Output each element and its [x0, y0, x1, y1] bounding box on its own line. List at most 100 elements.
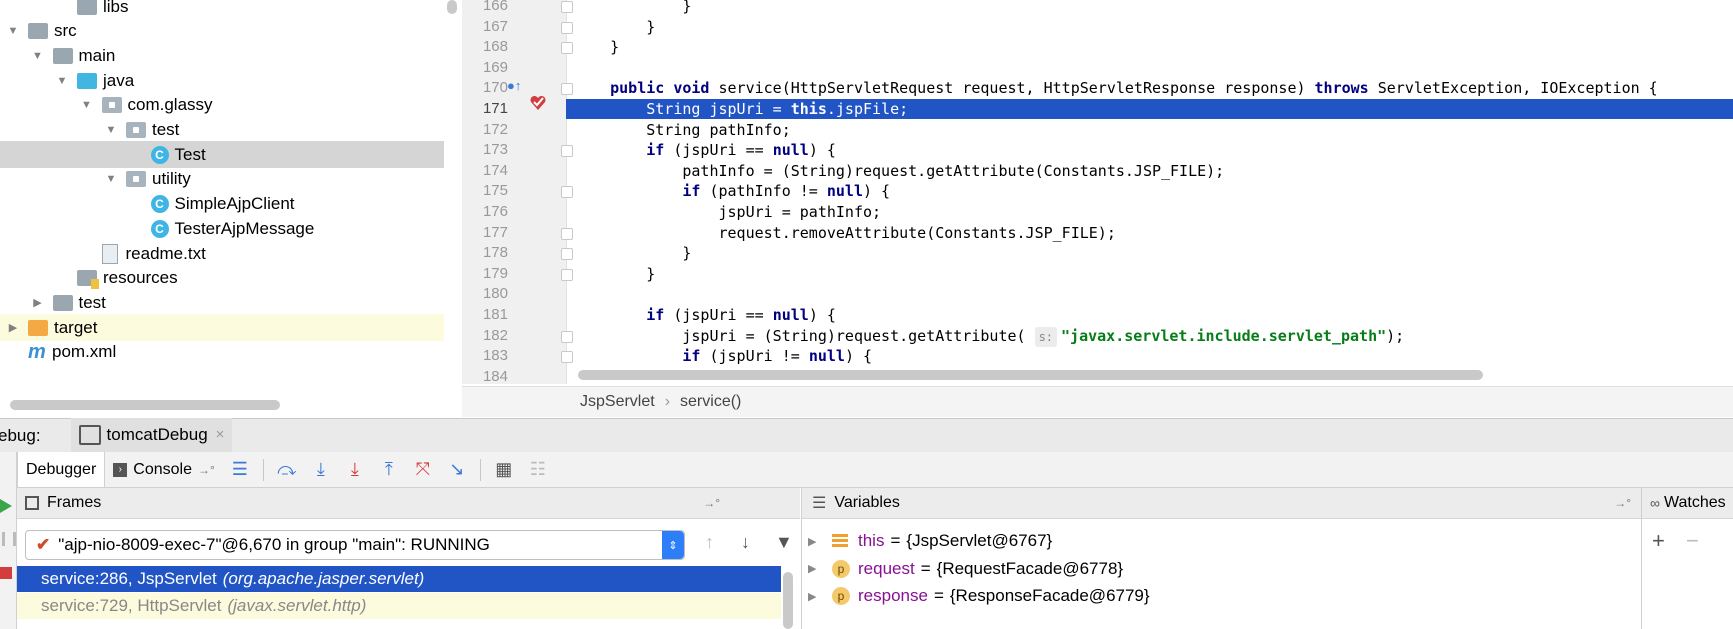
- evaluate-expression-icon[interactable]: ▦: [490, 456, 518, 484]
- line-number[interactable]: 178: [466, 243, 508, 263]
- line-number[interactable]: 176: [466, 202, 508, 222]
- tree-item[interactable]: ▶ test: [0, 289, 444, 316]
- code-line[interactable]: }: [566, 17, 1733, 37]
- trace-stream-icon[interactable]: ☷: [524, 456, 552, 484]
- tree-item[interactable]: C Test: [0, 141, 444, 169]
- line-number[interactable]: 166: [466, 0, 508, 16]
- tree-item[interactable]: ▼ com.glassy: [0, 92, 444, 119]
- line-number[interactable]: 171: [466, 99, 508, 119]
- close-icon[interactable]: ×: [216, 426, 225, 443]
- line-number[interactable]: 169: [466, 58, 508, 78]
- code-line[interactable]: String pathInfo;: [566, 120, 1733, 140]
- variable-row[interactable]: ▶ p request = {RequestFacade@6778}: [802, 556, 1641, 582]
- line-number[interactable]: 174: [466, 161, 508, 181]
- tree-item[interactable]: readme.txt: [0, 240, 444, 267]
- breadcrumb-method[interactable]: service(): [680, 393, 741, 411]
- tree-item[interactable]: resources: [0, 265, 444, 292]
- breakpoint-icon[interactable]: [528, 93, 548, 113]
- step-into-icon[interactable]: ⤓: [307, 456, 335, 484]
- code-line[interactable]: pathInfo = (String)request.getAttribute(…: [566, 161, 1733, 181]
- code-line[interactable]: public void service(HttpServletRequest r…: [566, 78, 1733, 98]
- thread-select[interactable]: ✔ "ajp-nio-8009-exec-7"@6,670 in group "…: [25, 530, 685, 560]
- add-watch-icon[interactable]: +: [1652, 528, 1665, 554]
- line-number[interactable]: 175: [466, 181, 508, 201]
- tree-item[interactable]: ▼ java: [0, 67, 444, 94]
- frame-row[interactable]: service:286, JspServlet (org.apache.jaspe…: [17, 566, 781, 592]
- line-number[interactable]: 168: [466, 37, 508, 57]
- force-step-into-icon[interactable]: ⤓: [341, 456, 369, 484]
- tree-item[interactable]: ▼ src: [0, 18, 444, 45]
- editor-horizontal-scrollbar[interactable]: [578, 370, 1483, 380]
- line-number[interactable]: 181: [466, 305, 508, 325]
- chevron-down-icon[interactable]: ▼: [31, 49, 45, 63]
- tab-console[interactable]: › Console →°: [105, 452, 223, 487]
- tree-item[interactable]: ▼ utility: [0, 166, 444, 193]
- tree-item[interactable]: C SimpleAjpClient: [0, 191, 444, 218]
- step-over-icon[interactable]: ⤼: [273, 456, 301, 484]
- frame-row[interactable]: service:729, HttpServlet (javax.servlet.h…: [17, 593, 781, 619]
- pin-icon[interactable]: →°: [1614, 496, 1631, 510]
- frames-scrollbar[interactable]: [783, 572, 793, 629]
- tree-item[interactable]: m pom.xml: [0, 339, 444, 366]
- line-number[interactable]: 179: [466, 264, 508, 284]
- editor-gutter[interactable]: 166 167 168 169 170 171 172 173 174 175 176 177 178 1…: [462, 0, 573, 384]
- chevron-down-icon[interactable]: ▼: [6, 24, 20, 38]
- filter-icon[interactable]: ▼: [775, 532, 793, 553]
- code-editor[interactable]: 166 167 168 169 170 171 172 173 174 175 176 177 178 1…: [462, 0, 1733, 384]
- code-line[interactable]: if (jspUri == null) {: [566, 140, 1733, 160]
- code-line[interactable]: request.removeAttribute(Constants.JSP_FI…: [566, 223, 1733, 243]
- line-number[interactable]: 170: [466, 78, 508, 98]
- chevron-down-icon[interactable]: ▼: [55, 74, 69, 88]
- pin-icon[interactable]: →°: [198, 463, 215, 477]
- next-frame-icon[interactable]: ↓: [741, 532, 750, 553]
- code-line[interactable]: [566, 284, 1733, 304]
- tab-debugger[interactable]: Debugger: [17, 452, 106, 487]
- chevron-right-icon[interactable]: ▶: [31, 296, 45, 310]
- previous-frame-icon[interactable]: ↑: [705, 532, 714, 553]
- tree-item[interactable]: ▼ main: [0, 42, 444, 69]
- code-line[interactable]: if (jspUri != null) {: [566, 346, 1733, 366]
- code-line[interactable]: jspUri = pathInfo;: [566, 202, 1733, 222]
- line-number[interactable]: 172: [466, 120, 508, 140]
- debug-session-tab[interactable]: tomcatDebug ×: [70, 417, 233, 455]
- show-execution-point-icon[interactable]: ☰: [226, 456, 254, 484]
- resume-icon[interactable]: [0, 499, 12, 513]
- chevron-right-icon[interactable]: ▶: [808, 562, 822, 575]
- drop-frame-icon[interactable]: ⤧: [409, 456, 437, 484]
- line-number[interactable]: 177: [466, 223, 508, 243]
- override-method-icon[interactable]: ●↑: [507, 78, 521, 93]
- tree-item[interactable]: C TesterAjpMessage: [0, 215, 444, 242]
- pin-icon[interactable]: →°: [703, 496, 720, 510]
- chevron-updown-icon[interactable]: ⇕: [662, 531, 684, 559]
- stop-icon[interactable]: [0, 567, 12, 579]
- chevron-right-icon[interactable]: ▶: [808, 535, 822, 548]
- line-number[interactable]: 183: [466, 346, 508, 366]
- code-line[interactable]: }: [566, 243, 1733, 263]
- line-number[interactable]: 173: [466, 140, 508, 160]
- chevron-down-icon[interactable]: ▼: [104, 172, 118, 186]
- code-line[interactable]: if (jspUri == null) {: [566, 305, 1733, 325]
- tree-item[interactable]: ▼ test: [0, 117, 444, 144]
- pause-icon[interactable]: [2, 532, 16, 546]
- breadcrumb-class[interactable]: JspServlet: [580, 393, 655, 411]
- tree-item[interactable]: ▶ target: [0, 314, 444, 342]
- line-number[interactable]: 184: [466, 367, 508, 384]
- code-line[interactable]: jspUri = (String)request.getAttribute( s…: [566, 326, 1733, 347]
- remove-watch-icon[interactable]: −: [1686, 528, 1699, 554]
- line-number[interactable]: 180: [466, 284, 508, 304]
- current-execution-line[interactable]: String jspUri = this.jspFile;: [566, 99, 1733, 119]
- chevron-down-icon[interactable]: ▼: [80, 98, 94, 112]
- line-number[interactable]: 167: [466, 17, 508, 37]
- code-line[interactable]: }: [566, 0, 1733, 16]
- code-line[interactable]: if (pathInfo != null) {: [566, 181, 1733, 201]
- chevron-down-icon[interactable]: ▼: [104, 123, 118, 137]
- code-line[interactable]: }: [566, 264, 1733, 284]
- chevron-right-icon[interactable]: ▶: [6, 321, 20, 335]
- step-out-icon[interactable]: ⤒: [375, 456, 403, 484]
- variable-row[interactable]: ▶ this = {JspServlet@6767}: [802, 528, 1641, 554]
- code-line[interactable]: [566, 58, 1733, 78]
- tree-vertical-scrollbar[interactable]: [447, 0, 457, 14]
- variable-row[interactable]: ▶ p response = {ResponseFacade@6779}: [802, 583, 1641, 609]
- line-number[interactable]: 182: [466, 326, 508, 346]
- run-to-cursor-icon[interactable]: ↘: [443, 456, 471, 484]
